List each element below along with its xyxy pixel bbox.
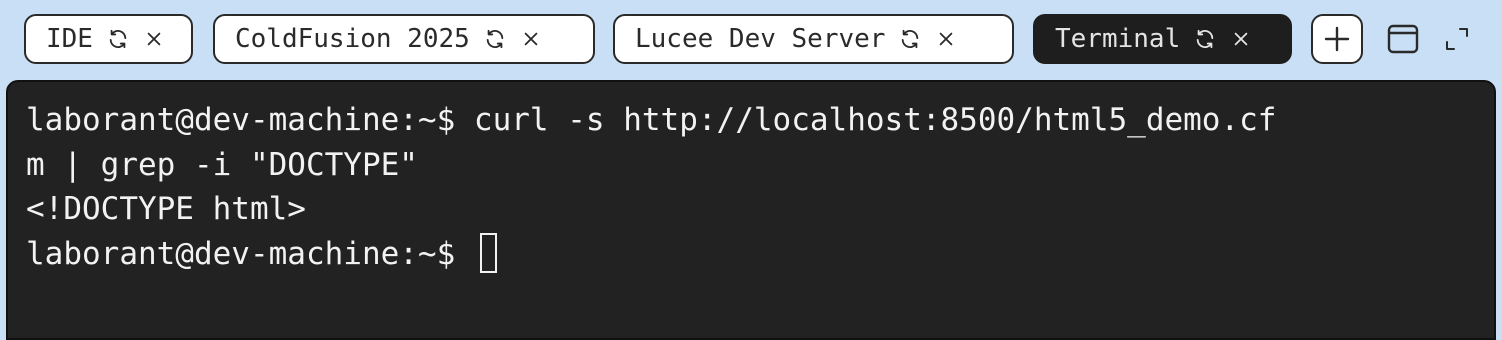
plus-icon [1324,26,1350,52]
terminal-pane[interactable]: laborant@dev-machine:~$ curl -s http://l… [6,80,1496,340]
tab-label: IDE [46,24,93,54]
window-icon [1387,24,1419,54]
tab-label: ColdFusion 2025 [235,24,470,54]
tab-lucee-dev-server[interactable]: Lucee Dev Server [613,14,1014,64]
close-icon[interactable] [522,30,540,48]
close-icon[interactable] [145,30,163,48]
expand-icon [1446,28,1468,50]
tab-coldfusion-2025[interactable]: ColdFusion 2025 [213,14,595,64]
refresh-icon[interactable] [1194,28,1216,50]
tab-label: Terminal [1055,24,1181,54]
tab-bar: IDE ColdFusion 2025 Lucee Dev Server Ter… [0,0,1502,80]
terminal-prompt-line: laborant@dev-machine:~$ [26,232,1476,277]
close-icon[interactable] [937,30,955,48]
tab-terminal[interactable]: Terminal [1033,14,1292,64]
refresh-icon[interactable] [484,28,506,50]
close-icon[interactable] [1232,30,1250,48]
tab-label: Lucee Dev Server [635,24,886,54]
fullscreen-button[interactable] [1444,26,1470,52]
new-tab-button[interactable] [1311,14,1363,64]
terminal-cursor [479,232,497,273]
terminal-line: laborant@dev-machine:~$ curl -s http://l… [26,102,1277,138]
window-button[interactable] [1386,22,1420,56]
terminal-line: <!DOCTYPE html> [26,191,306,227]
refresh-icon[interactable] [107,28,129,50]
refresh-icon[interactable] [899,28,921,50]
terminal-line: m | grep -i "DOCTYPE" [26,146,418,183]
tab-ide[interactable]: IDE [24,14,193,64]
terminal-prompt: laborant@dev-machine:~$ [26,235,474,272]
